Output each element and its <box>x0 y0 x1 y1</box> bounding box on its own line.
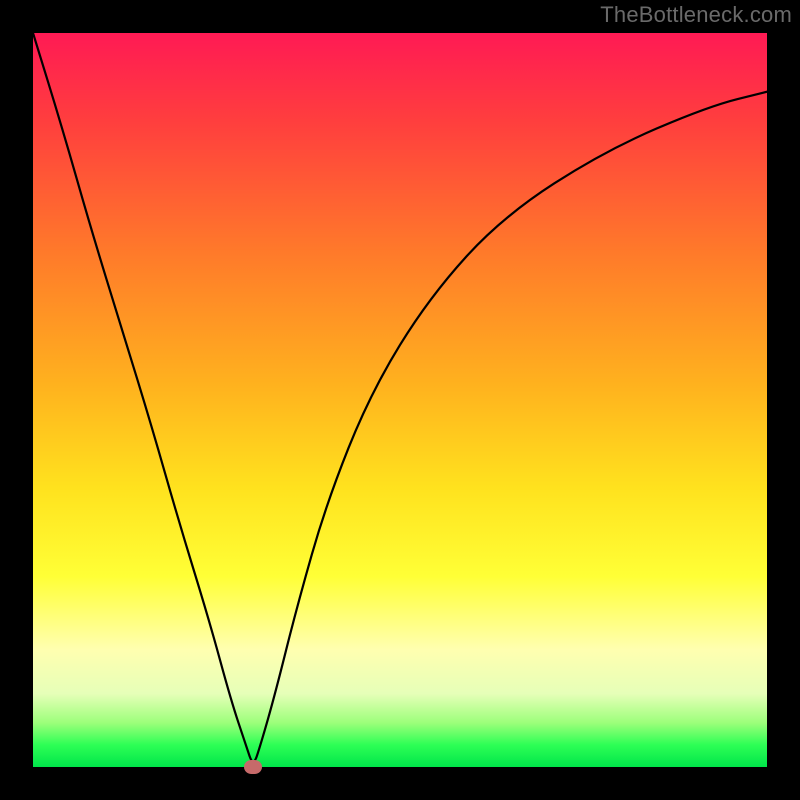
plot-area <box>33 33 767 767</box>
bottleneck-curve-path <box>33 33 767 761</box>
chart-frame: TheBottleneck.com <box>0 0 800 800</box>
minimum-marker <box>244 760 262 774</box>
curve-svg <box>33 33 767 767</box>
attribution-text: TheBottleneck.com <box>600 2 792 28</box>
